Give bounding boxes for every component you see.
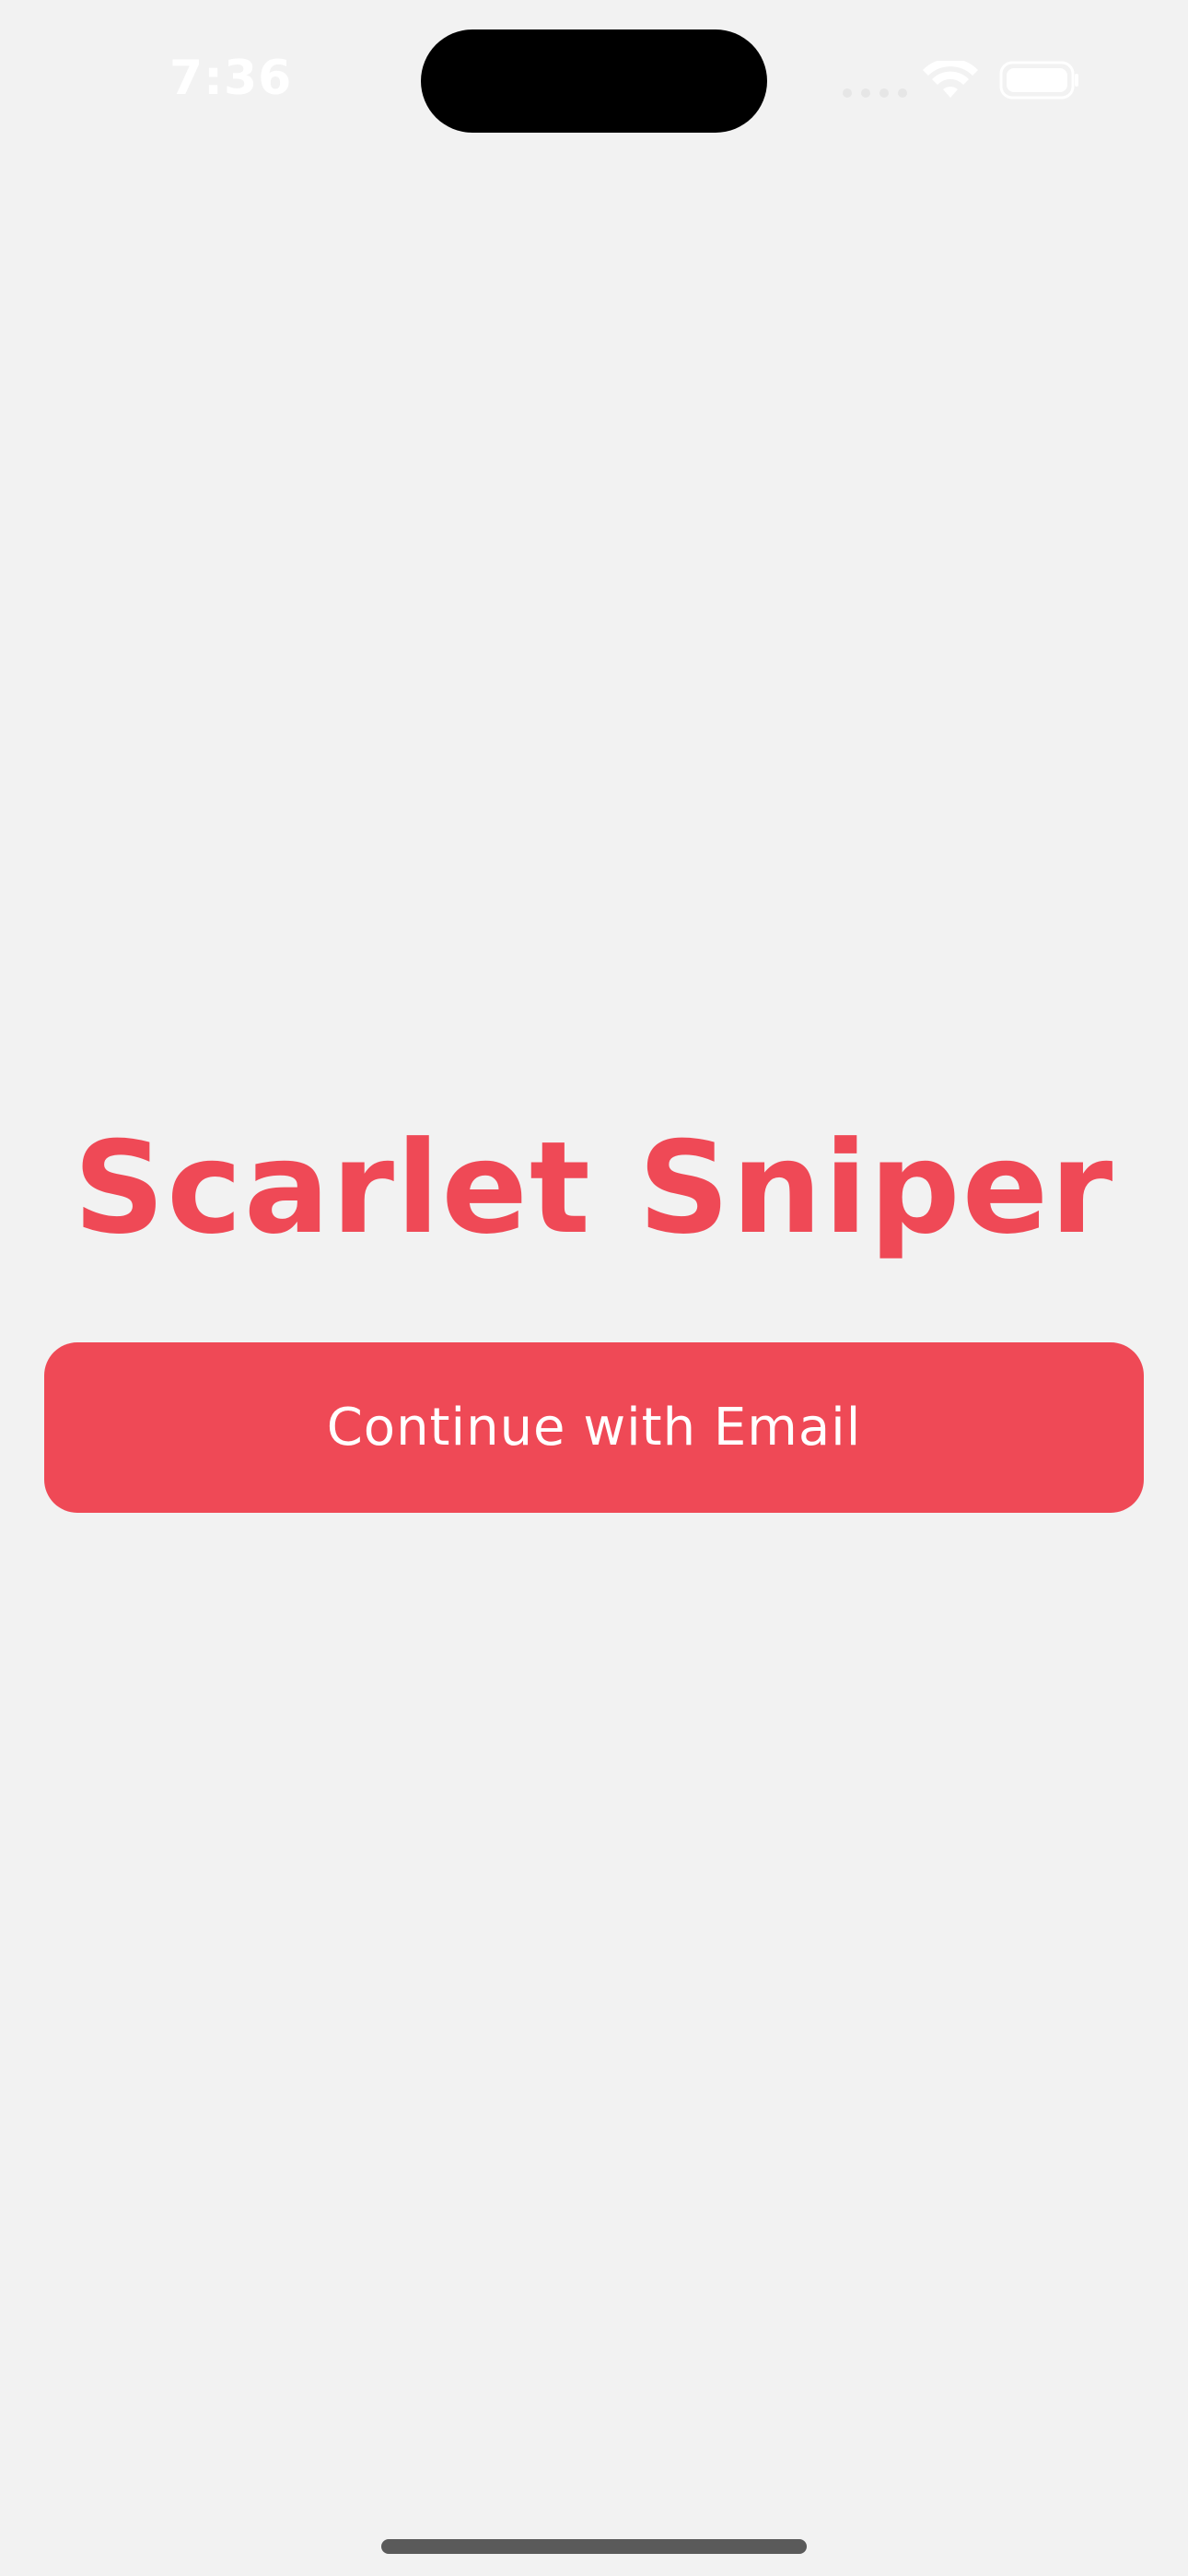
continue-with-email-button[interactable]: Continue with Email [44, 1342, 1144, 1513]
battery-icon [999, 61, 1078, 100]
wifi-icon [923, 61, 978, 98]
status-time: 7:36 [169, 51, 293, 106]
status-bar: 7:36 [0, 0, 1188, 166]
app-title: Scarlet Sniper [73, 1114, 1115, 1262]
dynamic-island [421, 29, 767, 133]
home-indicator[interactable] [381, 2539, 807, 2554]
continue-button-label: Continue with Email [326, 1398, 862, 1458]
signal-icon [843, 88, 907, 98]
